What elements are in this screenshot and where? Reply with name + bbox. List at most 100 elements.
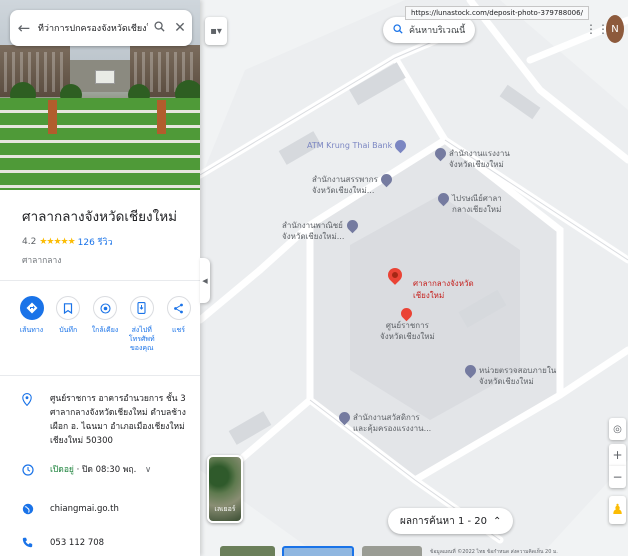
pegman-icon: ♟ (611, 502, 624, 518)
photo-thumbnail[interactable] (282, 546, 354, 556)
address-row[interactable]: ศูนย์ราชการ อาคารอำนวยการ ชั้น 3 ศาลากลา… (22, 392, 195, 448)
satellite-layer-toggle[interactable]: เลเยอร์ (207, 455, 243, 523)
poi-atm[interactable]: ATM Krung Thai Bank (307, 137, 409, 154)
hours-text: เปิดอยู่ · ปิด 08:30 พฤ. ∨ (50, 463, 195, 477)
phone-send-icon (129, 296, 154, 320)
poi-labour-line2: จังหวัดเชียงใหม่ (449, 160, 504, 169)
photo-strip (200, 546, 628, 556)
bookmark-icon (56, 296, 81, 320)
search-this-area-label: ค้นหาบริเวณนี้ (409, 26, 466, 36)
poi-revenue-line2: จังหวัดเชียงใหม่... (312, 186, 375, 195)
share-button[interactable]: แชร์ (162, 296, 195, 353)
poi-welfare-office[interactable]: สำนักงานสวัสดิการและคุ้มครองแรงงาน... (336, 409, 432, 434)
website-text: chiangmai.go.th (50, 504, 119, 514)
selected-label-line1: ศาลากลางจังหวัด (413, 279, 474, 288)
search-input[interactable] (38, 23, 148, 33)
plus-icon: + (612, 448, 623, 462)
back-arrow-icon[interactable]: ← (10, 19, 38, 37)
post-office-pin-icon (435, 190, 452, 207)
address-text: ศูนย์ราชการ อาคารอำนวยการ ชั้น 3 ศาลากลา… (50, 394, 186, 446)
government-pin-icon (336, 409, 353, 426)
photo-thumbnail[interactable] (362, 546, 422, 556)
poi-post-line1: ไปรษณีย์ศาลา (452, 194, 502, 203)
rating-value: 4.2 (22, 237, 37, 247)
poi-audit-label: หน่วยตรวจสอบภายใน จังหวัดเชียงใหม่ (479, 365, 556, 387)
collapse-panel-button[interactable]: ◀ (200, 258, 210, 303)
chevron-down-icon[interactable]: ∨ (145, 465, 151, 475)
map-attribution: ข้อมูลแผนที่ ©2022 ไทย ข้อกำหนด ส่งความค… (430, 549, 558, 555)
zoom-in-button[interactable]: + (609, 444, 626, 466)
poi-post-office[interactable]: ไปรษณีย์ศาลากลางเชียงใหม่ (435, 190, 502, 215)
zoom-out-button[interactable]: − (609, 466, 626, 488)
search-icon[interactable] (148, 21, 170, 35)
rating-row: 4.2 ★★★★★ 126 รีวิว (22, 235, 113, 249)
photo-pillar (48, 100, 57, 134)
poi-revenue-label: สำนักงานสรรพากรจังหวัดเชียงใหม่... (312, 174, 378, 196)
bank-pin-icon (392, 137, 409, 154)
search-this-area-button[interactable]: ค้นหาบริเวณนี้ (383, 17, 476, 43)
results-label: ผลการค้นหา 1 - 20 (400, 515, 487, 527)
share-icon (166, 296, 191, 320)
directions-icon (19, 296, 44, 320)
website-row[interactable]: chiangmai.go.th (22, 502, 195, 518)
chevron-left-icon: ◀ (202, 276, 208, 285)
hours-row[interactable]: เปิดอยู่ · ปิด 08:30 พฤ. ∨ (22, 463, 195, 479)
poi-commerce-office[interactable]: สำนักงานพาณิชย์จังหวัดเชียงใหม่... (282, 217, 361, 242)
map-menu-button[interactable]: ▪▾ (205, 17, 227, 45)
action-buttons: เส้นทาง บันทึก ใกล้เคียง ส่งไปที่โทรศัพท… (15, 296, 195, 353)
directions-button[interactable]: เส้นทาง (15, 296, 48, 353)
divider (0, 280, 200, 281)
government-pin-icon (378, 171, 395, 188)
poi-commerce-line2: จังหวัดเชียงใหม่... (282, 232, 345, 241)
phone-icon (22, 537, 40, 551)
crosshair-icon: ◎ (613, 423, 622, 435)
save-label: บันทึก (59, 326, 78, 334)
nearby-label: ใกล้เคียง (91, 326, 119, 334)
poi-labour-label: สำนักงานแรงงานจังหวัดเชียงใหม่ (449, 148, 510, 170)
reviews-link[interactable]: 126 รีวิว (78, 235, 113, 249)
government-center-label[interactable]: ศูนย์ราชการ จังหวัดเชียงใหม่ (380, 320, 435, 342)
results-pager[interactable]: ผลการค้นหา 1 - 20 ⌃ (388, 508, 514, 534)
poi-labour-line1: สำนักงานแรงงาน (449, 149, 510, 158)
nearby-button[interactable]: ใกล้เคียง (89, 296, 122, 353)
poi-commerce-label: สำนักงานพาณิชย์จังหวัดเชียงใหม่... (282, 220, 344, 242)
phone-text: 053 112 708 (50, 538, 105, 548)
poi-atm-label: ATM Krung Thai Bank (307, 141, 393, 150)
my-location-button[interactable]: ◎ (609, 418, 626, 440)
place-category[interactable]: ศาลากลาง (22, 253, 61, 267)
send-to-phone-label: ส่งไปที่โทรศัพท์ของคุณ (128, 326, 155, 352)
search-box: ← ✕ (10, 10, 192, 46)
street-view-pegman[interactable]: ♟ (609, 496, 626, 524)
selected-label-line2: เชียงใหม่ (413, 291, 445, 300)
selected-place-label[interactable]: ศาลากลางจังหวัด เชียงใหม่ (413, 278, 474, 302)
phone-row[interactable]: 053 112 708 (22, 536, 195, 551)
hours-status: เปิดอยู่ (50, 465, 74, 475)
place-details-panel: ← ✕ ศาลากลางจังหวัดเชียงใหม่ 4.2 ★★★★★ 1… (0, 0, 200, 556)
map-canvas[interactable]: ATM Krung Thai Bank สำนักงานสรรพากรจังหว… (200, 0, 628, 556)
divider (0, 375, 200, 376)
clock-icon (22, 464, 40, 479)
send-to-phone-button[interactable]: ส่งไปที่โทรศัพท์ของคุณ (125, 296, 158, 353)
photo-pillar (157, 100, 166, 134)
gov-center-line1: ศูนย์ราชการ (385, 321, 429, 330)
poi-revenue-office[interactable]: สำนักงานสรรพากรจังหวัดเชียงใหม่... (312, 171, 395, 196)
nearby-icon (93, 296, 117, 320)
photo-thumbnail[interactable] (220, 546, 275, 556)
poi-audit-line1: หน่วยตรวจสอบภายใน (479, 366, 557, 375)
poi-labour-office[interactable]: สำนักงานแรงงานจังหวัดเชียงใหม่ (432, 145, 510, 170)
avatar[interactable]: N (606, 15, 624, 43)
poi-welfare-line2: และคุ้มครองแรงงาน... (353, 424, 432, 433)
government-pin-icon (432, 145, 449, 162)
poi-revenue-line1: สำนักงานสรรพากร (312, 175, 378, 184)
chevron-up-icon: ⌃ (493, 515, 502, 527)
search-icon (393, 23, 403, 37)
gov-center-line2: จังหวัดเชียงใหม่ (380, 332, 435, 341)
save-button[interactable]: บันทึก (52, 296, 85, 353)
poi-audit-unit[interactable]: หน่วยตรวจสอบภายใน จังหวัดเชียงใหม่ (462, 362, 556, 387)
layers-icon: ▪▾ (210, 25, 222, 37)
poi-post-line2: กลางเชียงใหม่ (452, 205, 502, 214)
poi-welfare-line1: สำนักงานสวัสดิการ (353, 413, 420, 422)
close-icon[interactable]: ✕ (170, 20, 190, 36)
poi-commerce-line1: สำนักงานพาณิชย์ (282, 221, 343, 230)
rating-stars: ★★★★★ (39, 237, 75, 247)
